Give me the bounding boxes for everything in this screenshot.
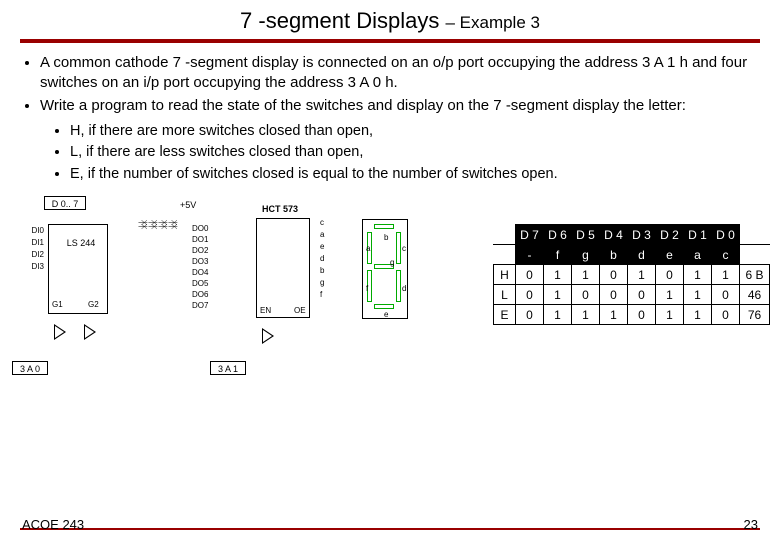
- label-3a0: 3 A 0: [12, 361, 48, 375]
- row-hex-e: 76: [740, 305, 770, 325]
- bullet-2: Write a program to read the state of the…: [40, 96, 758, 116]
- table-row: H 0 1 1 0 1 0 1 1 6 B: [494, 265, 770, 285]
- pin-en: EN: [260, 306, 271, 315]
- subbullet-2: L, if there are less switches closed tha…: [70, 143, 758, 163]
- footer-left: ACOE 243: [22, 517, 84, 532]
- lbl-f: f: [366, 284, 368, 293]
- segment-a: [374, 224, 394, 229]
- footer-rule: [20, 528, 760, 530]
- seg-wire-e: e: [320, 242, 324, 251]
- th-seg-c: c: [712, 245, 740, 265]
- lbl-a: a: [366, 244, 370, 253]
- buffer-icon: [262, 328, 274, 344]
- pin-do4: DO4: [192, 268, 216, 277]
- pin-do3: DO3: [192, 257, 216, 266]
- seg-wire-g: g: [320, 278, 324, 287]
- th-seg-e: e: [656, 245, 684, 265]
- lbl-b: b: [384, 233, 388, 242]
- label-ls244: LS 244: [60, 236, 102, 250]
- th-d1: D 1: [684, 225, 712, 245]
- lbl-c: c: [402, 244, 406, 253]
- footer: ACOE 243 23: [0, 528, 780, 530]
- seg-wire-c: c: [320, 218, 324, 227]
- seven-segment-icon: a b c d e f g: [352, 214, 422, 329]
- buffer-icon: [84, 324, 96, 340]
- th-d2: D 2: [656, 225, 684, 245]
- subbullet-1: H, if there are more switches closed tha…: [70, 122, 758, 142]
- pin-g2: G2: [88, 300, 99, 309]
- pin-oe: OE: [294, 306, 306, 315]
- title-main: 7 -segment Displays: [240, 8, 439, 33]
- th-seg-a: a: [684, 245, 712, 265]
- resistor-icon: ᛡᛡ: [167, 220, 178, 228]
- title-rule: [20, 39, 760, 43]
- lower-row: D 0.. 7 +5V LS 244 DI0 DI1 DI2 DI3 G1 G2…: [0, 186, 780, 381]
- th-d5: D 5: [572, 225, 600, 245]
- seg-wire-d: d: [320, 254, 324, 263]
- pin-do0: DO0: [192, 224, 216, 233]
- lbl-e: e: [384, 310, 388, 319]
- seg-wire-b: b: [320, 266, 324, 275]
- segment-d: [374, 304, 394, 309]
- segment-b: [396, 232, 401, 264]
- lbl-d: d: [402, 284, 406, 293]
- th-seg-b: b: [600, 245, 628, 265]
- th-d6: D 6: [544, 225, 572, 245]
- th-seg-g: g: [572, 245, 600, 265]
- pin-di0: DI0: [26, 226, 44, 235]
- th-d0: D 0: [712, 225, 740, 245]
- th-seg-dash: -: [516, 245, 544, 265]
- th-seg-f: f: [544, 245, 572, 265]
- hct573-box: [256, 218, 310, 318]
- pin-di3: DI3: [26, 262, 44, 271]
- body-text: A common cathode 7 -segment display is c…: [0, 53, 780, 184]
- th-d7: D 7: [516, 225, 544, 245]
- pin-di2: DI2: [26, 250, 44, 259]
- encoding-table: D 7 D 6 D 5 D 4 D 3 D 2 D 1 D 0 - f g b: [493, 224, 770, 325]
- label-3a1: 3 A 1: [210, 361, 246, 375]
- footer-right: 23: [744, 517, 758, 532]
- seg-wire-f: f: [320, 290, 322, 299]
- row-hex-h: 6 B: [740, 265, 770, 285]
- title-sub: – Example 3: [445, 13, 540, 32]
- pin-do2: DO2: [192, 246, 216, 255]
- label-d07: D 0.. 7: [44, 196, 86, 210]
- th-seg-d: d: [628, 245, 656, 265]
- row-hex-l: 46: [740, 285, 770, 305]
- pin-di1: DI1: [26, 238, 44, 247]
- pin-do7: DO7: [192, 301, 216, 310]
- table-row: E 0 1 1 1 0 1 1 0 76: [494, 305, 770, 325]
- row-label-h: H: [494, 265, 516, 285]
- th-d3: D 3: [628, 225, 656, 245]
- circuit-latch-block: HCT 573 EN OE c a e d b g f: [226, 196, 346, 346]
- subbullet-3: E, if the number of switches closed is e…: [70, 165, 758, 185]
- pin-do6: DO6: [192, 290, 216, 299]
- pin-do5: DO5: [192, 279, 216, 288]
- label-5v: +5V: [180, 200, 196, 210]
- segment-c: [396, 270, 401, 302]
- row-label-e: E: [494, 305, 516, 325]
- label-hct573: HCT 573: [262, 204, 298, 214]
- encoding-table-wrap: D 7 D 6 D 5 D 4 D 3 D 2 D 1 D 0 - f g b: [493, 224, 770, 325]
- pin-g1: G1: [52, 300, 63, 309]
- bullet-1: A common cathode 7 -segment display is c…: [40, 53, 758, 94]
- pin-do1: DO1: [192, 235, 216, 244]
- seg-wire-a: a: [320, 230, 324, 239]
- buffer-icon: [54, 324, 66, 340]
- slide-title: 7 -segment Displays – Example 3: [0, 0, 780, 36]
- circuit-input-block: D 0.. 7 +5V LS 244 DI0 DI1 DI2 DI3 G1 G2…: [10, 196, 220, 381]
- row-label-l: L: [494, 285, 516, 305]
- lbl-g: g: [390, 258, 394, 267]
- th-d4: D 4: [600, 225, 628, 245]
- table-row: L 0 1 0 0 0 1 1 0 46: [494, 285, 770, 305]
